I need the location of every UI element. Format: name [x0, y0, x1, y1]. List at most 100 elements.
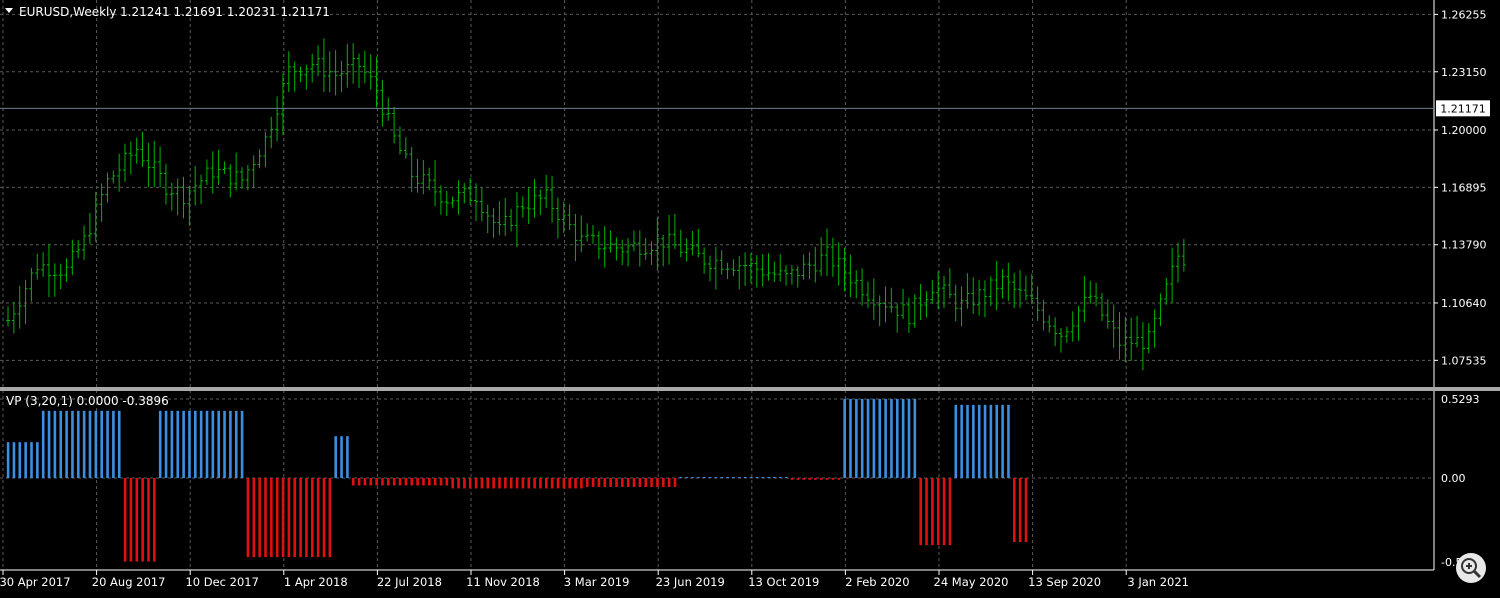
- histogram-bar[interactable]: [445, 478, 449, 486]
- histogram-bar[interactable]: [135, 478, 139, 562]
- histogram-bar[interactable]: [205, 410, 209, 478]
- histogram-bar[interactable]: [141, 478, 144, 562]
- histogram-bar[interactable]: [392, 478, 396, 486]
- histogram-bar[interactable]: [211, 410, 215, 478]
- histogram-bar[interactable]: [158, 410, 162, 478]
- histogram-bar[interactable]: [357, 478, 361, 486]
- histogram-bar[interactable]: [562, 478, 566, 489]
- histogram-bar[interactable]: [375, 478, 378, 486]
- histogram-bar[interactable]: [433, 478, 437, 486]
- histogram-bar[interactable]: [872, 398, 876, 478]
- histogram-bar[interactable]: [422, 478, 425, 486]
- histogram-bar[interactable]: [188, 410, 191, 478]
- histogram-bar[interactable]: [749, 477, 753, 478]
- histogram-bar[interactable]: [480, 478, 484, 489]
- histogram-bar[interactable]: [533, 478, 536, 489]
- histogram-bar[interactable]: [387, 478, 390, 486]
- histogram-bar[interactable]: [316, 478, 320, 558]
- histogram-bar[interactable]: [71, 410, 74, 478]
- histogram-bar[interactable]: [913, 398, 917, 478]
- histogram-bar[interactable]: [6, 442, 10, 478]
- histogram-bar[interactable]: [1007, 404, 1010, 478]
- histogram-bar[interactable]: [176, 410, 180, 478]
- histogram-bar[interactable]: [931, 478, 934, 546]
- histogram-bar[interactable]: [866, 398, 870, 478]
- histogram-bar[interactable]: [416, 478, 419, 486]
- histogram-bar[interactable]: [100, 410, 103, 478]
- histogram-bar[interactable]: [451, 478, 454, 489]
- histogram-bar[interactable]: [404, 478, 408, 486]
- histogram-bar[interactable]: [281, 478, 285, 558]
- histogram-bar[interactable]: [112, 410, 115, 478]
- histogram-bar[interactable]: [574, 478, 577, 489]
- histogram-bar[interactable]: [550, 478, 554, 489]
- histogram-bar[interactable]: [878, 398, 882, 478]
- histogram-bar[interactable]: [995, 404, 999, 478]
- histogram-bar[interactable]: [428, 478, 431, 486]
- histogram-bar[interactable]: [808, 478, 811, 480]
- histogram-bar[interactable]: [351, 478, 355, 486]
- histogram-bar[interactable]: [94, 410, 98, 478]
- histogram-bar[interactable]: [849, 398, 852, 478]
- histogram-bar[interactable]: [831, 478, 835, 480]
- histogram-bar[interactable]: [334, 436, 337, 478]
- histogram-bar[interactable]: [287, 478, 291, 558]
- histogram-bar[interactable]: [293, 478, 297, 558]
- histogram-bar[interactable]: [229, 410, 232, 478]
- histogram-bar[interactable]: [632, 478, 636, 487]
- histogram-bar[interactable]: [685, 477, 688, 478]
- histogram-bar[interactable]: [88, 410, 92, 478]
- histogram-bar[interactable]: [492, 478, 495, 489]
- histogram-bar[interactable]: [539, 478, 542, 489]
- histogram-bar[interactable]: [504, 478, 507, 489]
- histogram-bar[interactable]: [896, 398, 899, 478]
- histogram-bar[interactable]: [153, 478, 156, 562]
- histogram-bar[interactable]: [738, 477, 741, 478]
- histogram-bar[interactable]: [936, 478, 940, 546]
- histogram-bar[interactable]: [117, 410, 121, 478]
- histogram-bar[interactable]: [457, 478, 460, 489]
- histogram-bar[interactable]: [30, 442, 33, 478]
- histogram-bar[interactable]: [82, 410, 86, 478]
- histogram-bar[interactable]: [398, 478, 402, 486]
- histogram-bar[interactable]: [322, 478, 326, 558]
- histogram-bar[interactable]: [556, 478, 560, 489]
- histogram-bar[interactable]: [837, 478, 841, 480]
- histogram-bar[interactable]: [948, 478, 952, 546]
- histogram-bar[interactable]: [702, 477, 706, 478]
- histogram-bar[interactable]: [498, 478, 501, 489]
- histogram-bar[interactable]: [545, 478, 548, 489]
- histogram-bar[interactable]: [977, 404, 981, 478]
- histogram-bar[interactable]: [773, 477, 776, 478]
- histogram-bar[interactable]: [1013, 478, 1016, 543]
- histogram-bar[interactable]: [761, 477, 765, 478]
- histogram-bar[interactable]: [656, 478, 659, 487]
- histogram-bar[interactable]: [942, 478, 946, 546]
- histogram-bar[interactable]: [802, 478, 805, 480]
- histogram-bar[interactable]: [580, 478, 583, 489]
- histogram-bar[interactable]: [814, 478, 817, 480]
- histogram-bar[interactable]: [784, 477, 788, 478]
- histogram-bar[interactable]: [486, 478, 490, 489]
- histogram-bar[interactable]: [521, 478, 525, 489]
- histogram-bar[interactable]: [843, 398, 846, 478]
- histogram-bar[interactable]: [966, 404, 969, 478]
- histogram-bar[interactable]: [901, 398, 905, 478]
- histogram-bar[interactable]: [275, 478, 279, 558]
- histogram-bar[interactable]: [410, 478, 414, 486]
- histogram-bar[interactable]: [123, 478, 127, 562]
- histogram-bar[interactable]: [790, 478, 794, 480]
- histogram-bar[interactable]: [41, 410, 45, 478]
- histogram-bar[interactable]: [568, 478, 571, 489]
- histogram-bar[interactable]: [199, 410, 203, 478]
- histogram-bar[interactable]: [755, 477, 759, 478]
- histogram-bar[interactable]: [223, 410, 226, 478]
- histogram-bar[interactable]: [363, 478, 367, 486]
- histogram-bar[interactable]: [47, 410, 51, 478]
- histogram-bar[interactable]: [340, 436, 343, 478]
- histogram-bar[interactable]: [743, 477, 747, 478]
- histogram-bar[interactable]: [650, 478, 653, 487]
- histogram-bar[interactable]: [667, 478, 671, 487]
- histogram-bar[interactable]: [907, 398, 911, 478]
- histogram-bar[interactable]: [18, 442, 22, 478]
